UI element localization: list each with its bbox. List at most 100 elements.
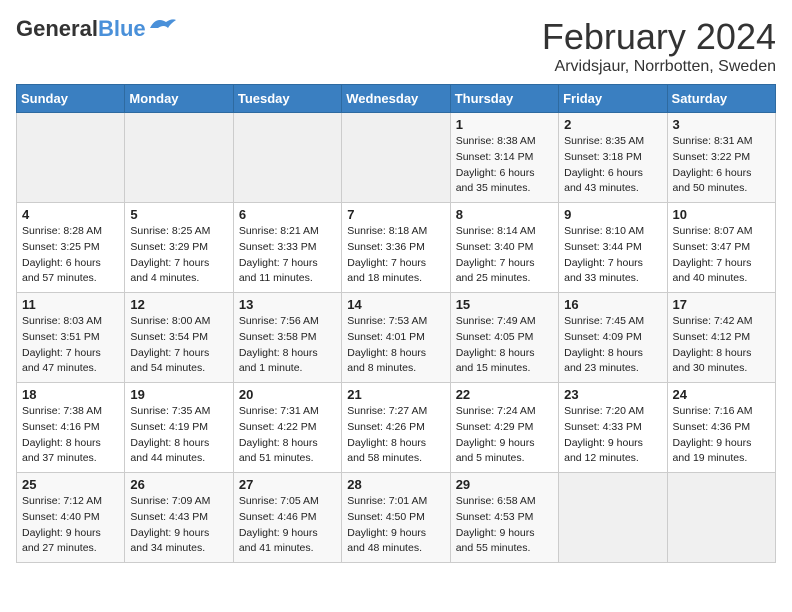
day-number: 3 xyxy=(673,117,770,132)
calendar-cell: 27 Sunrise: 7:05 AMSunset: 4:46 PMDayligh… xyxy=(233,473,341,563)
day-info: Sunrise: 8:03 AMSunset: 3:51 PMDaylight:… xyxy=(22,314,119,377)
calendar-cell xyxy=(125,113,233,203)
day-info: Sunrise: 8:00 AMSunset: 3:54 PMDaylight:… xyxy=(130,314,227,377)
day-number: 20 xyxy=(239,387,336,402)
calendar-cell: 15 Sunrise: 7:49 AMSunset: 4:05 PMDayligh… xyxy=(450,293,558,383)
calendar-cell xyxy=(667,473,775,563)
calendar-cell xyxy=(233,113,341,203)
day-number: 22 xyxy=(456,387,553,402)
header-cell-monday: Monday xyxy=(125,85,233,113)
calendar-cell: 8 Sunrise: 8:14 AMSunset: 3:40 PMDaylight… xyxy=(450,203,558,293)
week-row-3: 11 Sunrise: 8:03 AMSunset: 3:51 PMDayligh… xyxy=(17,293,776,383)
day-number: 8 xyxy=(456,207,553,222)
day-info: Sunrise: 8:38 AMSunset: 3:14 PMDaylight:… xyxy=(456,134,553,197)
week-row-4: 18 Sunrise: 7:38 AMSunset: 4:16 PMDayligh… xyxy=(17,383,776,473)
calendar-cell: 19Sunrise: 7:35 AMSunset: 4:19 PMDayligh… xyxy=(125,383,233,473)
title-block: February 2024 Arvidsjaur, Norrbotten, Sw… xyxy=(542,16,776,76)
day-info: Sunrise: 7:05 AMSunset: 4:46 PMDaylight:… xyxy=(239,494,336,557)
day-info: Sunrise: 7:38 AMSunset: 4:16 PMDaylight:… xyxy=(22,404,119,467)
day-info: Sunrise: 7:20 AMSunset: 4:33 PMDaylight:… xyxy=(564,404,661,467)
day-info: Sunrise: 7:35 AMSunset: 4:19 PMDaylight:… xyxy=(130,404,227,467)
calendar-cell: 18 Sunrise: 7:38 AMSunset: 4:16 PMDayligh… xyxy=(17,383,125,473)
day-number: 9 xyxy=(564,207,661,222)
day-info: Sunrise: 8:10 AMSunset: 3:44 PMDaylight:… xyxy=(564,224,661,287)
calendar-cell: 16 Sunrise: 7:45 AMSunset: 4:09 PMDayligh… xyxy=(559,293,667,383)
day-info: Sunrise: 8:31 AMSunset: 3:22 PMDaylight:… xyxy=(673,134,770,197)
calendar-cell xyxy=(17,113,125,203)
day-info: Sunrise: 8:35 AMSunset: 3:18 PMDaylight:… xyxy=(564,134,661,197)
day-number: 23 xyxy=(564,387,661,402)
day-number: 14 xyxy=(347,297,444,312)
day-number: 29 xyxy=(456,477,553,492)
calendar-cell: 3 Sunrise: 8:31 AMSunset: 3:22 PMDaylight… xyxy=(667,113,775,203)
calendar-cell: 22Sunrise: 7:24 AMSunset: 4:29 PMDayligh… xyxy=(450,383,558,473)
day-number: 17 xyxy=(673,297,770,312)
calendar-cell xyxy=(342,113,450,203)
day-info: Sunrise: 7:53 AMSunset: 4:01 PMDaylight:… xyxy=(347,314,444,377)
calendar-cell xyxy=(559,473,667,563)
day-number: 1 xyxy=(456,117,553,132)
day-info: Sunrise: 7:49 AMSunset: 4:05 PMDaylight:… xyxy=(456,314,553,377)
day-number: 27 xyxy=(239,477,336,492)
calendar-cell: 24 Sunrise: 7:16 AMSunset: 4:36 PMDayligh… xyxy=(667,383,775,473)
day-number: 18 xyxy=(22,387,119,402)
week-row-2: 4 Sunrise: 8:28 AMSunset: 3:25 PMDaylight… xyxy=(17,203,776,293)
day-number: 28 xyxy=(347,477,444,492)
day-info: Sunrise: 8:18 AMSunset: 3:36 PMDaylight:… xyxy=(347,224,444,287)
calendar-cell: 11 Sunrise: 8:03 AMSunset: 3:51 PMDayligh… xyxy=(17,293,125,383)
calendar-cell: 2 Sunrise: 8:35 AMSunset: 3:18 PMDaylight… xyxy=(559,113,667,203)
day-number: 7 xyxy=(347,207,444,222)
calendar-cell: 26 Sunrise: 7:09 AMSunset: 4:43 PMDayligh… xyxy=(125,473,233,563)
day-info: Sunrise: 8:21 AMSunset: 3:33 PMDaylight:… xyxy=(239,224,336,287)
header-cell-sunday: Sunday xyxy=(17,85,125,113)
calendar-cell: 7 Sunrise: 8:18 AMSunset: 3:36 PMDaylight… xyxy=(342,203,450,293)
calendar-cell: 4 Sunrise: 8:28 AMSunset: 3:25 PMDaylight… xyxy=(17,203,125,293)
day-number: 10 xyxy=(673,207,770,222)
logo-bird-icon xyxy=(148,14,178,36)
logo: GeneralBlue xyxy=(16,16,178,42)
calendar-cell: 25Sunrise: 7:12 AMSunset: 4:40 PMDayligh… xyxy=(17,473,125,563)
week-row-5: 25Sunrise: 7:12 AMSunset: 4:40 PMDayligh… xyxy=(17,473,776,563)
day-info: Sunrise: 7:09 AMSunset: 4:43 PMDaylight:… xyxy=(130,494,227,557)
day-number: 16 xyxy=(564,297,661,312)
day-info: Sunrise: 7:27 AMSunset: 4:26 PMDaylight:… xyxy=(347,404,444,467)
calendar-table: SundayMondayTuesdayWednesdayThursdayFrid… xyxy=(16,84,776,563)
day-number: 24 xyxy=(673,387,770,402)
day-number: 21 xyxy=(347,387,444,402)
calendar-cell: 20 Sunrise: 7:31 AMSunset: 4:22 PMDayligh… xyxy=(233,383,341,473)
header-cell-friday: Friday xyxy=(559,85,667,113)
day-number: 4 xyxy=(22,207,119,222)
day-info: Sunrise: 7:45 AMSunset: 4:09 PMDaylight:… xyxy=(564,314,661,377)
day-number: 11 xyxy=(22,297,119,312)
header-row: SundayMondayTuesdayWednesdayThursdayFrid… xyxy=(17,85,776,113)
day-number: 12 xyxy=(130,297,227,312)
day-number: 15 xyxy=(456,297,553,312)
calendar-cell: 23 Sunrise: 7:20 AMSunset: 4:33 PMDayligh… xyxy=(559,383,667,473)
calendar-cell: 5 Sunrise: 8:25 AMSunset: 3:29 PMDaylight… xyxy=(125,203,233,293)
day-number: 2 xyxy=(564,117,661,132)
day-info: Sunrise: 7:16 AMSunset: 4:36 PMDaylight:… xyxy=(673,404,770,467)
day-info: Sunrise: 8:25 AMSunset: 3:29 PMDaylight:… xyxy=(130,224,227,287)
header-cell-tuesday: Tuesday xyxy=(233,85,341,113)
week-row-1: 1 Sunrise: 8:38 AMSunset: 3:14 PMDaylight… xyxy=(17,113,776,203)
calendar-cell: 28 Sunrise: 7:01 AMSunset: 4:50 PMDayligh… xyxy=(342,473,450,563)
calendar-cell: 21 Sunrise: 7:27 AMSunset: 4:26 PMDayligh… xyxy=(342,383,450,473)
calendar-cell: 6 Sunrise: 8:21 AMSunset: 3:33 PMDaylight… xyxy=(233,203,341,293)
location-title: Arvidsjaur, Norrbotten, Sweden xyxy=(542,58,776,76)
day-number: 6 xyxy=(239,207,336,222)
header-cell-wednesday: Wednesday xyxy=(342,85,450,113)
calendar-cell: 13Sunrise: 7:56 AMSunset: 3:58 PMDayligh… xyxy=(233,293,341,383)
day-number: 13 xyxy=(239,297,336,312)
calendar-cell: 17Sunrise: 7:42 AMSunset: 4:12 PMDayligh… xyxy=(667,293,775,383)
day-info: Sunrise: 8:14 AMSunset: 3:40 PMDaylight:… xyxy=(456,224,553,287)
day-info: Sunrise: 8:28 AMSunset: 3:25 PMDaylight:… xyxy=(22,224,119,287)
day-info: Sunrise: 7:12 AMSunset: 4:40 PMDaylight:… xyxy=(22,494,119,557)
calendar-cell: 10Sunrise: 8:07 AMSunset: 3:47 PMDayligh… xyxy=(667,203,775,293)
day-info: Sunrise: 7:01 AMSunset: 4:50 PMDaylight:… xyxy=(347,494,444,557)
calendar-cell: 14 Sunrise: 7:53 AMSunset: 4:01 PMDayligh… xyxy=(342,293,450,383)
day-number: 5 xyxy=(130,207,227,222)
day-number: 26 xyxy=(130,477,227,492)
day-info: Sunrise: 7:31 AMSunset: 4:22 PMDaylight:… xyxy=(239,404,336,467)
calendar-cell: 1 Sunrise: 8:38 AMSunset: 3:14 PMDaylight… xyxy=(450,113,558,203)
page-header: GeneralBlue February 2024 Arvidsjaur, No… xyxy=(16,16,776,76)
